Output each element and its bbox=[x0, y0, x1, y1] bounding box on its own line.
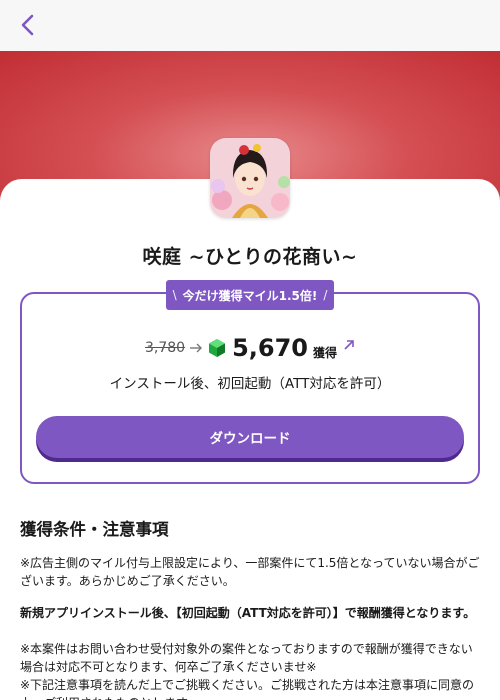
promo-slash-right: / bbox=[323, 288, 328, 302]
arrow-right-icon bbox=[190, 343, 203, 353]
note-paragraph-bold: 新規アプリインストール後、【初回起動（ATT対応を許可）】で報酬獲得となります。 bbox=[20, 606, 476, 620]
top-bar bbox=[0, 0, 500, 51]
notes-heading: 獲得条件・注意事項 bbox=[20, 520, 169, 539]
note-paragraph: ※下記注意事項を読んだ上でご挑戦ください。ご挑戦された方は本注意事項に同意の上、… bbox=[20, 678, 475, 700]
points-unit: 獲得 bbox=[313, 345, 338, 360]
promo-label: 今だけ獲得マイル1.5倍! bbox=[182, 288, 318, 303]
download-button[interactable]: ダウンロード bbox=[36, 416, 464, 458]
points-row: 3,780 5,670 獲得 bbox=[0, 334, 500, 362]
reward-condition: インストール後、初回起動（ATT対応を許可） bbox=[109, 376, 391, 392]
gem-icon bbox=[209, 339, 226, 357]
note-paragraph: ※本案件はお問い合わせ受付対象外の案件となっておりますので報酬が獲得できない場合… bbox=[20, 642, 473, 674]
app-title: 咲庭 ~ひとりの花商い~ bbox=[142, 246, 358, 268]
note-paragraph: ※広告主側のマイル付与上限設定により、一部案件にて1.5倍となっていない場合がご… bbox=[20, 556, 480, 588]
promo-slash-left: \ bbox=[172, 288, 177, 302]
promo-badge: \ 今だけ獲得マイル1.5倍! / bbox=[166, 280, 334, 310]
new-points: 5,670 bbox=[232, 334, 308, 362]
arrow-up-right-icon bbox=[344, 340, 354, 350]
app-icon bbox=[210, 138, 290, 218]
chevron-left-icon[interactable] bbox=[16, 12, 42, 38]
old-points: 3,780 bbox=[144, 340, 186, 356]
